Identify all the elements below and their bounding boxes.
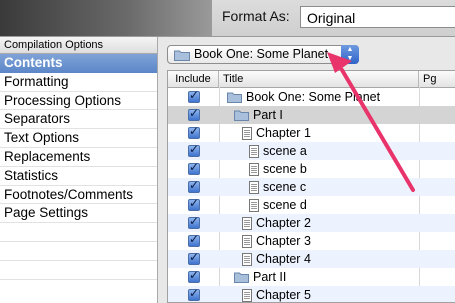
include-checkbox[interactable] [188, 88, 200, 103]
include-checkbox[interactable] [188, 196, 200, 211]
include-checkbox[interactable] [188, 178, 200, 193]
format-as-select[interactable]: Original [300, 6, 455, 28]
sidebar-list: Contents Formatting Processing Options Sepa… [0, 54, 157, 280]
folder-icon [234, 110, 249, 121]
top-toolbar: Format As: Original [0, 0, 455, 36]
sidebar-item-separators[interactable]: Separators [0, 110, 157, 130]
row-title: scene b [263, 162, 307, 176]
include-checkbox[interactable] [188, 124, 200, 139]
table-row[interactable]: scene b [168, 160, 455, 178]
sidebar-item-formatting[interactable]: Formatting [0, 73, 157, 92]
table-row[interactable]: Chapter 5 [168, 286, 455, 302]
include-checkbox[interactable] [188, 106, 200, 121]
column-header-include[interactable]: Include [168, 71, 219, 87]
sidebar-item-page-settings[interactable]: Page Settings [0, 204, 157, 224]
sidebar-item-contents[interactable]: Contents [0, 54, 157, 73]
column-header-title[interactable]: Title [219, 71, 419, 87]
row-title: scene a [263, 144, 307, 158]
row-title: scene c [263, 180, 307, 194]
sidebar-item-text-options[interactable]: Text Options [0, 129, 157, 148]
document-icon [242, 289, 252, 302]
contents-table: Include Title Pg Book One: Some Planet Pa… [167, 70, 455, 303]
document-icon [242, 235, 252, 248]
include-checkbox[interactable] [188, 250, 200, 265]
table-row[interactable]: scene a [168, 142, 455, 160]
folder-icon [227, 92, 242, 103]
row-title: Part II [253, 270, 287, 284]
row-title: Chapter 4 [256, 252, 311, 266]
sidebar-empty-row [0, 242, 157, 261]
popup-label: Book One: Some Planet [194, 47, 329, 61]
folder-icon [174, 50, 190, 61]
document-icon [249, 145, 259, 158]
sidebar-header: Compilation Options [0, 37, 157, 54]
format-as-label: Format As: [222, 8, 290, 24]
row-title: Part I [253, 108, 283, 122]
document-icon [242, 127, 252, 140]
include-checkbox[interactable] [188, 142, 200, 157]
document-icon [249, 181, 259, 194]
include-checkbox[interactable] [188, 232, 200, 247]
row-title: Chapter 3 [256, 234, 311, 248]
table-row[interactable]: Part I [168, 106, 455, 124]
row-title: Book One: Some Planet [246, 90, 381, 104]
window-background-strip [0, 0, 212, 36]
document-icon [242, 217, 252, 230]
table-row[interactable]: Book One: Some Planet [168, 88, 455, 106]
table-row[interactable]: Chapter 4 [168, 250, 455, 268]
table-row[interactable]: scene c [168, 178, 455, 196]
sidebar-item-replacements[interactable]: Replacements [0, 148, 157, 167]
table-row[interactable]: scene d [168, 196, 455, 214]
document-popup-button[interactable]: Book One: Some Planet ▲ ▼ [167, 45, 359, 64]
sidebar-item-processing-options[interactable]: Processing Options [0, 92, 157, 111]
include-checkbox[interactable] [188, 286, 200, 301]
table-row[interactable]: Chapter 2 [168, 214, 455, 232]
table-header: Include Title Pg [168, 71, 455, 88]
compilation-options-sidebar: Compilation Options Contents Formatting Pr… [0, 37, 158, 303]
row-title: Chapter 5 [256, 288, 311, 302]
sidebar-item-statistics[interactable]: Statistics [0, 167, 157, 186]
table-body: Book One: Some Planet Part I Chapter 1 scen… [168, 88, 455, 302]
row-title: scene d [263, 198, 307, 212]
row-title: Chapter 2 [256, 216, 311, 230]
sidebar-empty-row [0, 223, 157, 242]
sidebar-empty-row [0, 261, 157, 280]
table-row[interactable]: Chapter 3 [168, 232, 455, 250]
popup-stepper-icon: ▲ ▼ [341, 45, 359, 64]
document-icon [242, 253, 252, 266]
folder-icon [234, 272, 249, 283]
contents-panel: Book One: Some Planet ▲ ▼ Include Title P… [158, 37, 455, 303]
include-checkbox[interactable] [188, 214, 200, 229]
table-row[interactable]: Part II [168, 268, 455, 286]
table-row[interactable]: Chapter 1 [168, 124, 455, 142]
sidebar-item-footnotes-comments[interactable]: Footnotes/Comments [0, 186, 157, 205]
include-checkbox[interactable] [188, 160, 200, 175]
include-checkbox[interactable] [188, 268, 200, 283]
document-icon [249, 199, 259, 212]
document-icon [249, 163, 259, 176]
row-title: Chapter 1 [256, 126, 311, 140]
column-header-pg[interactable]: Pg [419, 71, 455, 87]
